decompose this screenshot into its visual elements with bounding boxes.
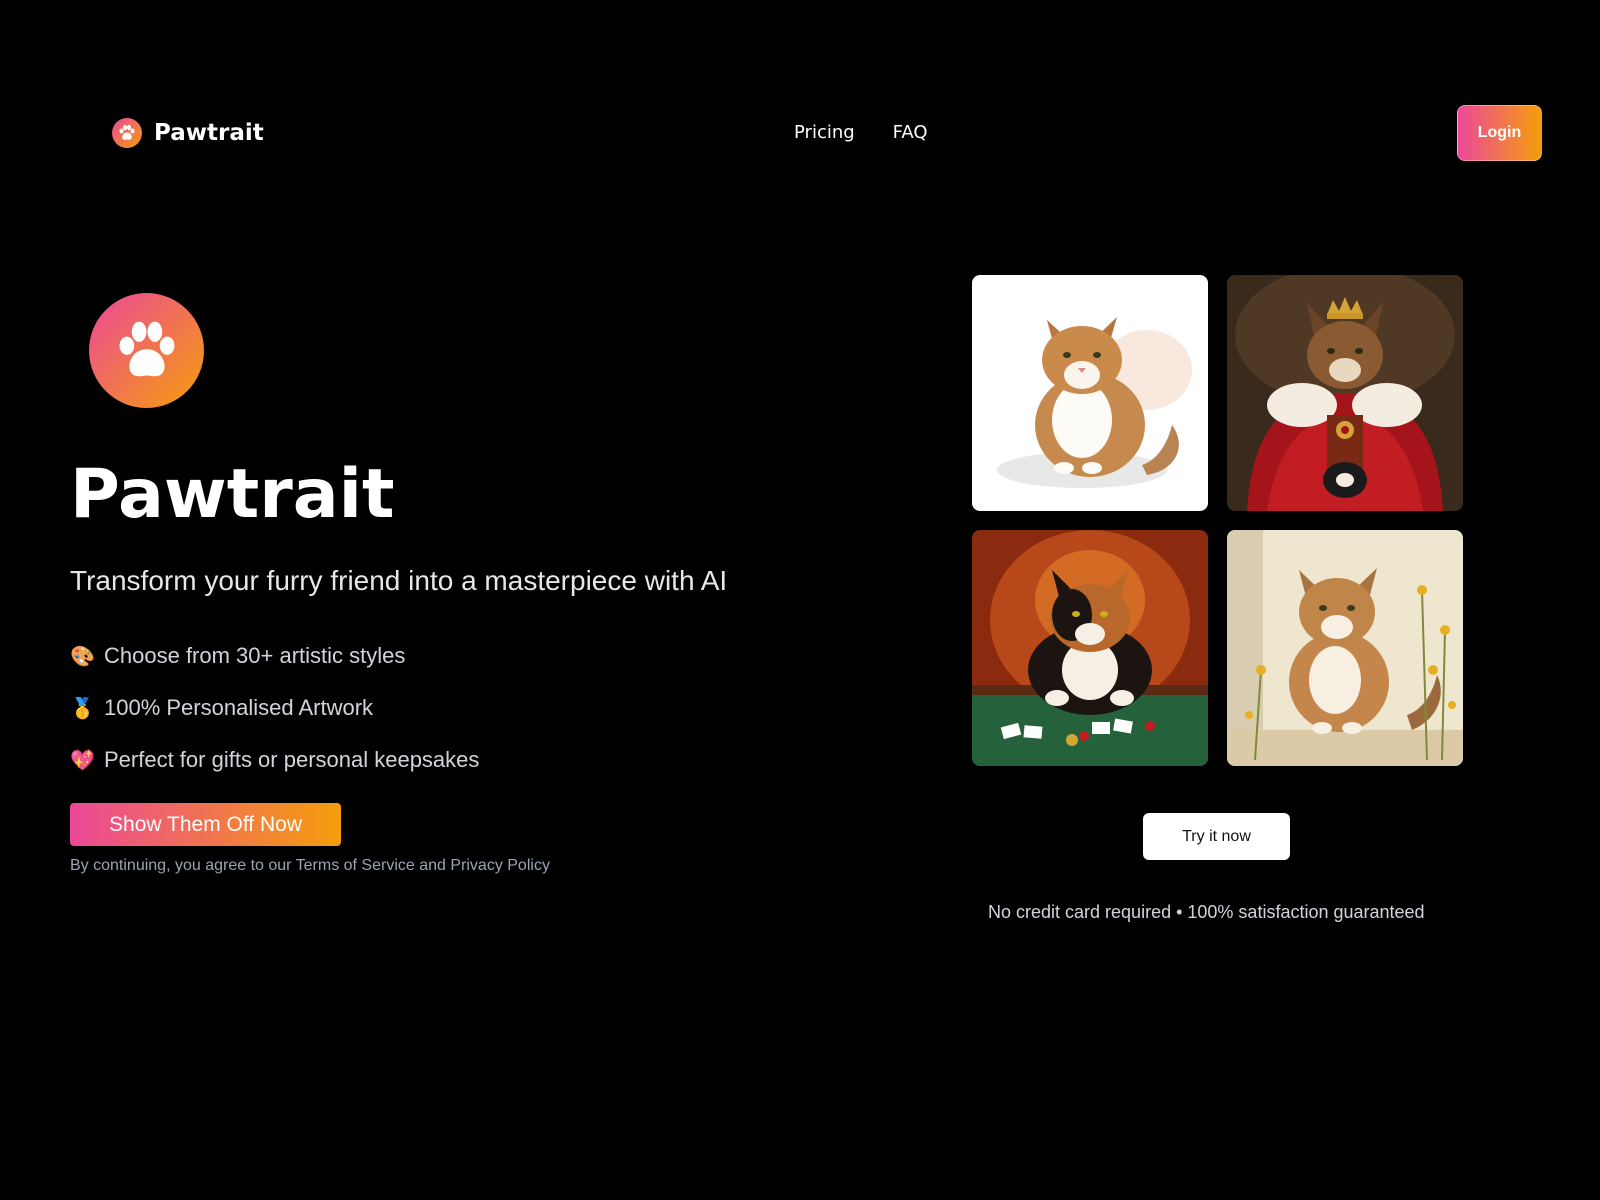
guarantee-text: No credit card required • 100% satisfact… (988, 902, 1425, 922)
feature-text: 100% Personalised Artwork (104, 695, 374, 720)
terms-notice: By continuing, you agree to our Terms of… (70, 857, 550, 874)
feature-text: Perfect for gifts or personal keepsakes (104, 747, 480, 772)
heart-icon: 💖 (70, 749, 95, 772)
watercolor-cat-image[interactable] (972, 275, 1208, 511)
palette-icon: 🎨 (70, 645, 95, 668)
site-header: Pawtrait Pricing FAQ Login (0, 0, 1600, 270)
hero-subtitle: Transform your furry friend into a maste… (70, 565, 728, 596)
brand-name: Pawtrait (154, 120, 264, 146)
flower-cat-image[interactable] (1227, 530, 1463, 766)
hero-paw-logo-icon (89, 293, 204, 408)
show-them-off-button[interactable]: Show Them Off Now (70, 803, 341, 846)
poker-cat-image[interactable] (972, 530, 1208, 766)
royal-cat-image[interactable] (1227, 275, 1463, 511)
feature-text: Choose from 30+ artistic styles (104, 643, 406, 668)
portrait-gallery (972, 275, 1463, 766)
try-it-now-button[interactable]: Try it now (1143, 813, 1290, 860)
nav-link-pricing[interactable]: Pricing (794, 122, 855, 143)
paw-logo-icon (112, 118, 142, 148)
medal-icon: 🥇 (70, 697, 95, 720)
feature-list: 🎨 Choose from 30+ artistic styles 🥇 100%… (70, 630, 479, 786)
nav-link-faq[interactable]: FAQ (893, 122, 928, 143)
feature-item: 💖 Perfect for gifts or personal keepsake… (70, 734, 479, 786)
feature-item: 🎨 Choose from 30+ artistic styles (70, 630, 479, 682)
hero-title: Pawtrait (70, 455, 395, 534)
feature-item: 🥇 100% Personalised Artwork (70, 682, 479, 734)
brand[interactable]: Pawtrait (112, 118, 264, 148)
main-nav: Pricing FAQ (794, 122, 928, 143)
login-button[interactable]: Login (1457, 105, 1542, 161)
